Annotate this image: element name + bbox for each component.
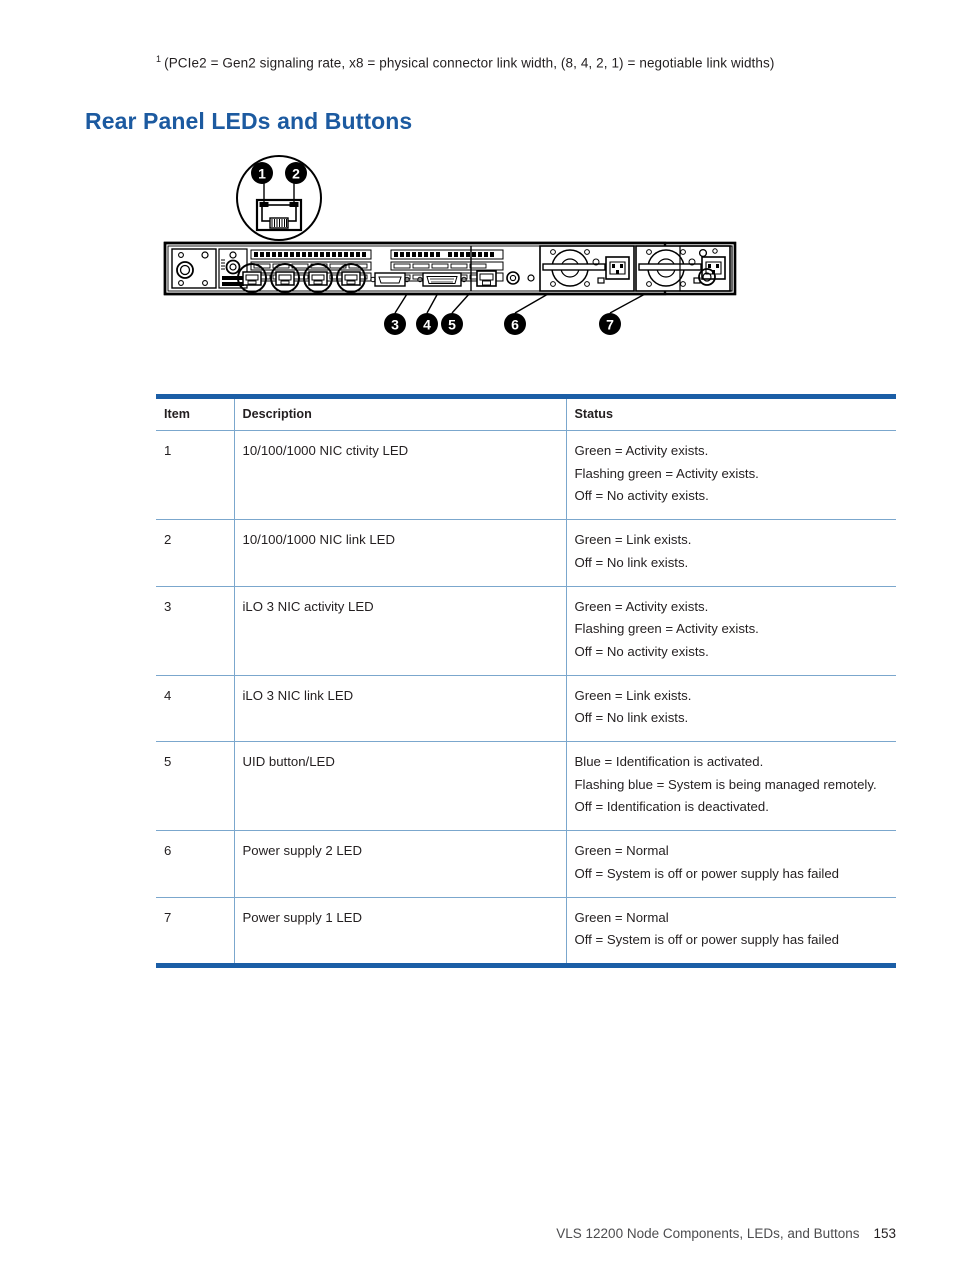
cell-item: 1 — [156, 430, 235, 521]
nic-detail-callout: 1 2 — [236, 155, 322, 241]
callout-badge-3: 3 — [384, 313, 406, 335]
status-line: Off = No activity exists. — [574, 643, 709, 659]
column-header-status: Status — [566, 394, 896, 431]
cell-item: 5 — [156, 741, 235, 832]
power-supply-2 — [539, 245, 635, 292]
cell-status: Green = Link exists. Off = No link exists… — [566, 675, 896, 743]
cell-item: 4 — [156, 675, 235, 743]
callout-badge-5: 5 — [441, 313, 463, 335]
rear-panel-figure: 1 2 3 4 5 6 7 — [155, 150, 895, 345]
callout-badge-6-label: 6 — [511, 317, 519, 333]
cell-description: Power supply 1 LED — [234, 897, 567, 968]
rj45-jack-icon — [255, 198, 303, 232]
cell-description: UID button/LED — [234, 741, 567, 832]
status-line: Off = No link exists. — [574, 554, 689, 570]
page-title: Rear Panel LEDs and Buttons — [85, 108, 413, 135]
column-header-item: Item — [156, 394, 235, 431]
status-line: Flashing green = Activity exists. — [574, 621, 759, 637]
cell-status: Green = Link exists. Off = No link exists… — [566, 519, 896, 587]
rear-panel-illustration: 1 2 3 4 5 6 7 — [163, 155, 737, 335]
callout-badge-2-label: 2 — [292, 166, 300, 182]
rear-panel-led-table: Item Description Status 1 10/100/1000 NIC… — [156, 394, 896, 968]
status-line: Flashing blue = System is being managed … — [574, 776, 877, 792]
status-line: Green = Link exists. — [574, 532, 692, 548]
cell-item: 6 — [156, 830, 235, 898]
status-line: Off = System is off or power supply has … — [574, 932, 840, 948]
status-line: Off = Identification is deactivated. — [574, 799, 769, 815]
callout-leader-lines — [394, 292, 646, 314]
callout-badge-7: 7 — [599, 313, 621, 335]
page-footer: VLS 12200 Node Components, LEDs, and But… — [556, 1226, 896, 1241]
status-line: Green = Normal — [574, 909, 669, 925]
footer-title: VLS 12200 Node Components, LEDs, and But… — [556, 1226, 860, 1241]
status-line: Flashing green = Activity exists. — [574, 465, 759, 481]
server-chassis — [163, 241, 737, 296]
table-body: 1 10/100/1000 NIC ctivity LED Green = Acti… — [156, 430, 896, 968]
table-row: 5 UID button/LED Blue = Identification is … — [156, 741, 896, 832]
status-line: Off = No activity exists. — [574, 488, 709, 504]
table-row: 7 Power supply 1 LED Green = Normal Off = S… — [156, 897, 896, 968]
status-line: Off = No link exists. — [574, 710, 689, 726]
callout-badge-4: 4 — [416, 313, 438, 335]
cell-item: 2 — [156, 519, 235, 587]
callout-badge-4-label: 4 — [423, 317, 431, 333]
cell-description: iLO 3 NIC activity LED — [234, 586, 567, 676]
table-row: 2 10/100/1000 NIC link LED Green = Link ex… — [156, 519, 896, 587]
chassis-left-bay — [171, 248, 217, 289]
ilo-nic-port-icon — [476, 270, 497, 287]
callout-badge-5-label: 5 — [448, 317, 456, 333]
callout-badge-7-label: 7 — [606, 317, 614, 333]
footnote-marker: 1 — [156, 54, 162, 64]
table-row: 4 iLO 3 NIC link LED Green = Link exists. O… — [156, 675, 896, 743]
callout-badge-2: 2 — [285, 162, 307, 184]
callout-badge-1: 1 — [251, 162, 273, 184]
cell-description: 10/100/1000 NIC ctivity LED — [234, 430, 567, 521]
footnote-text: (PCIe2 = Gen2 signaling rate, x8 = physi… — [164, 55, 775, 71]
status-line: Green = Activity exists. — [574, 598, 709, 614]
cell-status: Green = Activity exists. Flashing green =… — [566, 586, 896, 676]
status-line: Green = Link exists. — [574, 687, 692, 703]
page-number: 153 — [873, 1226, 896, 1241]
vga-port-icon — [417, 272, 467, 287]
cell-description: iLO 3 NIC link LED — [234, 675, 567, 743]
table-row: 6 Power supply 2 LED Green = Normal Off = S… — [156, 830, 896, 898]
status-line: Blue = Identification is activated. — [574, 754, 764, 770]
column-header-description: Description — [234, 394, 567, 431]
cell-status: Green = Activity exists. Flashing green =… — [566, 430, 896, 521]
table-row: 3 iLO 3 NIC activity LED Green = Activity … — [156, 586, 896, 676]
cell-item: 7 — [156, 897, 235, 968]
table-header-row: Item Description Status — [156, 394, 896, 431]
status-line: Green = Normal — [574, 843, 669, 859]
status-line: Off = System is off or power supply has … — [574, 865, 840, 881]
callout-badge-6: 6 — [504, 313, 526, 335]
footnote: 1 (PCIe2 = Gen2 signaling rate, x8 = phys… — [156, 54, 916, 72]
callout-badge-1-label: 1 — [258, 166, 266, 182]
cell-description: Power supply 2 LED — [234, 830, 567, 898]
table-header: Item Description Status — [156, 394, 896, 431]
table-row: 1 10/100/1000 NIC ctivity LED Green = Acti… — [156, 430, 896, 521]
cell-status: Green = Normal Off = System is off or pow… — [566, 897, 896, 968]
cell-status: Green = Normal Off = System is off or pow… — [566, 830, 896, 898]
cell-item: 3 — [156, 586, 235, 676]
callout-badge-3-label: 3 — [391, 317, 399, 333]
status-line: Green = Activity exists. — [574, 443, 709, 458]
cell-status: Blue = Identification is activated. Flash… — [566, 741, 896, 832]
cell-description: 10/100/1000 NIC link LED — [234, 519, 567, 587]
serial-port-icon — [370, 272, 410, 287]
